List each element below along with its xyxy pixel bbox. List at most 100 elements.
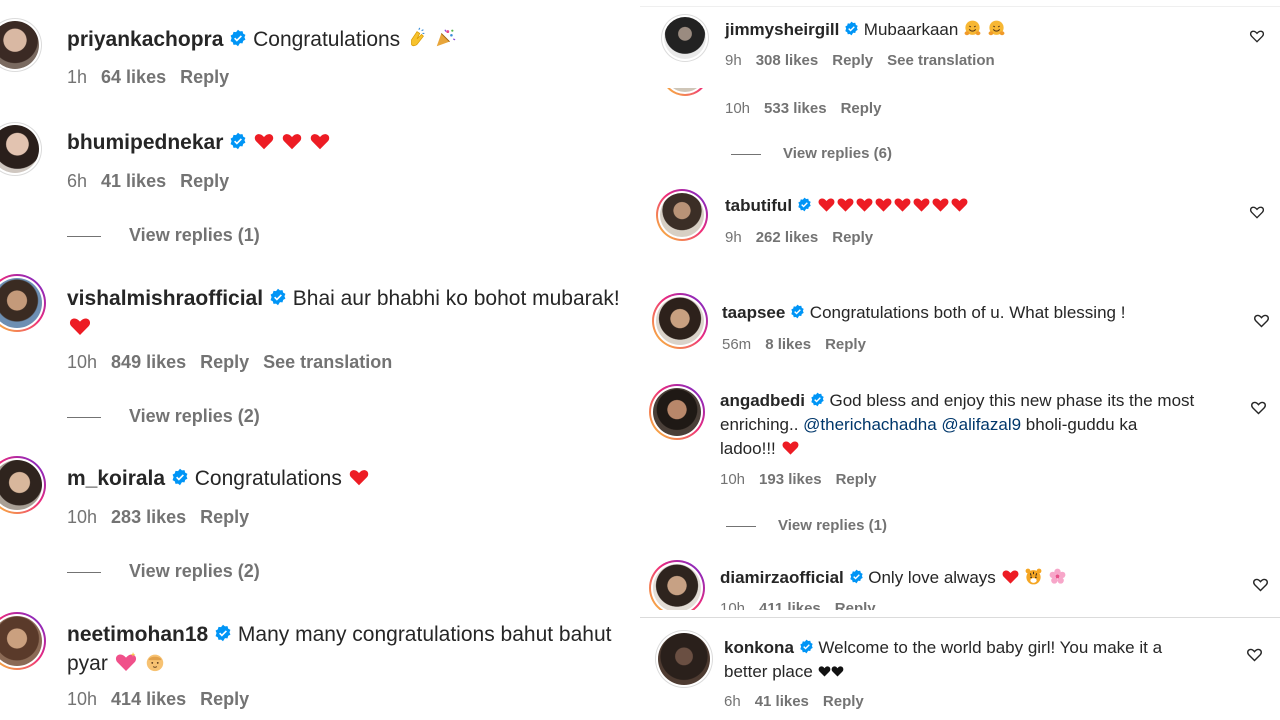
comment-username[interactable]: m_koirala <box>67 467 165 490</box>
likes-count[interactable]: 533 likes <box>764 100 827 117</box>
comment-username[interactable]: konkona <box>724 638 794 657</box>
clapping-hands-icon <box>411 28 425 47</box>
red-heart-icon <box>349 470 368 486</box>
comment-meta: 10h 414 likes Reply <box>67 689 263 710</box>
view-replies-button[interactable]: View replies (1) <box>726 517 887 534</box>
view-replies-label: View replies (6) <box>783 145 892 162</box>
reply-button[interactable]: Reply <box>832 229 873 246</box>
reply-button[interactable]: Reply <box>836 471 877 488</box>
comment-item: bhumipednekar 6h 41 likes Reply View repli… <box>0 100 638 260</box>
red-heart-icon <box>782 441 798 455</box>
see-translation-button[interactable]: See translation <box>887 52 995 69</box>
reply-button[interactable]: Reply <box>835 600 876 610</box>
likes-count[interactable]: 8 likes <box>765 336 811 353</box>
likes-count[interactable]: 411 likes <box>759 600 821 610</box>
comment-time: 10h <box>720 600 746 610</box>
view-replies-button[interactable]: View replies (2) <box>67 561 260 582</box>
comment-meta: 10h 193 likes Reply <box>720 471 890 488</box>
avatar[interactable] <box>0 274 46 332</box>
avatar[interactable] <box>649 560 705 610</box>
like-heart-icon[interactable] <box>1249 28 1265 44</box>
likes-count[interactable]: 41 likes <box>101 171 166 191</box>
comment-time: 10h <box>67 507 98 527</box>
view-replies-button[interactable]: View replies (6) <box>731 145 892 162</box>
avatar[interactable] <box>0 18 42 72</box>
likes-count[interactable]: 41 likes <box>755 693 809 710</box>
reply-button[interactable]: Reply <box>180 67 229 87</box>
avatar[interactable] <box>0 456 46 514</box>
likes-count[interactable]: 414 likes <box>111 689 186 709</box>
like-heart-icon[interactable] <box>1252 576 1269 593</box>
tiger-face-icon <box>1025 568 1042 585</box>
comment-username[interactable]: priyankachopra <box>67 28 223 51</box>
reply-button[interactable]: Reply <box>841 100 882 117</box>
comment-item: diamirzaofficial Only love always 10h 411… <box>640 552 1280 610</box>
comment-text: enriching.. <box>720 415 804 434</box>
reply-button[interactable]: Reply <box>825 336 866 353</box>
likes-count[interactable]: 64 likes <box>101 67 166 87</box>
like-heart-icon[interactable] <box>1250 399 1267 416</box>
view-replies-button[interactable]: View replies (1) <box>67 225 260 246</box>
comment-username[interactable]: bhumipednekar <box>67 131 223 154</box>
verified-badge-icon <box>230 30 246 47</box>
comment-text: Only love always <box>868 568 996 587</box>
comment-username[interactable]: jimmysheirgill <box>725 20 839 39</box>
likes-count[interactable]: 849 likes <box>111 352 186 372</box>
red-heart-icon <box>837 198 853 212</box>
comment-meta: 56m 8 likes Reply <box>722 336 880 353</box>
likes-count[interactable]: 283 likes <box>111 507 186 527</box>
avatar[interactable] <box>652 293 708 349</box>
comment-item: priyankachopra Congratulations 1h 64 like… <box>0 0 638 100</box>
comment-username[interactable]: diamirzaofficial <box>720 568 844 587</box>
avatar[interactable] <box>0 122 42 176</box>
reply-button[interactable]: Reply <box>823 693 864 710</box>
reply-button[interactable]: Reply <box>200 507 249 527</box>
likes-count[interactable]: 193 likes <box>759 471 822 488</box>
likes-count[interactable]: 308 likes <box>756 52 819 69</box>
like-heart-icon[interactable] <box>1246 646 1263 663</box>
red-heart-icon <box>310 134 329 150</box>
like-heart-icon[interactable] <box>1253 312 1270 329</box>
comment-meta: 9h 262 likes Reply <box>725 229 887 246</box>
comment-text: pyar <box>67 652 108 675</box>
avatar[interactable] <box>655 630 713 688</box>
comment-meta: 10h 411 likes Reply <box>720 600 890 610</box>
comment-time: 10h <box>725 100 751 117</box>
verified-badge-icon <box>845 21 858 36</box>
comment-text: ladoo!!! <box>720 439 776 458</box>
reply-button[interactable]: Reply <box>180 171 229 191</box>
baby-icon <box>146 655 163 672</box>
avatar[interactable] <box>661 88 709 96</box>
verified-badge-icon <box>811 392 824 407</box>
comment-line: konkona Welcome to the world baby girl! … <box>724 638 1162 658</box>
comment-meta: 6h 41 likes Reply <box>724 693 878 710</box>
comment-username[interactable]: tabutiful <box>725 196 792 215</box>
comment-meta: 10h 533 likes Reply <box>725 100 895 117</box>
comment-text: God bless and enjoy this new phase its t… <box>829 391 1195 410</box>
comment-username[interactable]: vishalmishraofficial <box>67 287 263 310</box>
reply-button[interactable]: Reply <box>832 52 873 69</box>
avatar[interactable] <box>656 189 708 241</box>
divider <box>731 153 761 155</box>
comment-username[interactable]: angadbedi <box>720 391 805 410</box>
reply-button[interactable]: Reply <box>200 689 249 709</box>
avatar[interactable] <box>649 384 705 440</box>
mention-link[interactable]: @therichachadha <box>803 415 937 434</box>
view-replies-button[interactable]: View replies (2) <box>67 406 260 427</box>
likes-count[interactable]: 262 likes <box>756 229 819 246</box>
red-heart-icon <box>932 198 948 212</box>
comment-username[interactable]: neetimohan18 <box>67 623 208 646</box>
avatar[interactable] <box>0 612 46 670</box>
mention-link[interactable]: @alifazal9 <box>941 415 1021 434</box>
see-translation-button[interactable]: See translation <box>263 352 392 372</box>
comment-time: 10h <box>67 352 98 372</box>
reply-button[interactable]: Reply <box>200 352 249 372</box>
like-heart-icon[interactable] <box>1249 204 1265 220</box>
comment-item: jimmysheirgill Mubaarkaan 9h 308 likes Rep… <box>640 8 1280 88</box>
view-replies-label: View replies (2) <box>129 561 260 581</box>
comment-time: 9h <box>725 229 742 246</box>
comment-text: Many many congratulations bahut bahut <box>237 623 612 646</box>
avatar[interactable] <box>661 14 709 62</box>
verified-badge-icon <box>849 569 863 584</box>
comment-username[interactable]: taapsee <box>722 303 785 322</box>
